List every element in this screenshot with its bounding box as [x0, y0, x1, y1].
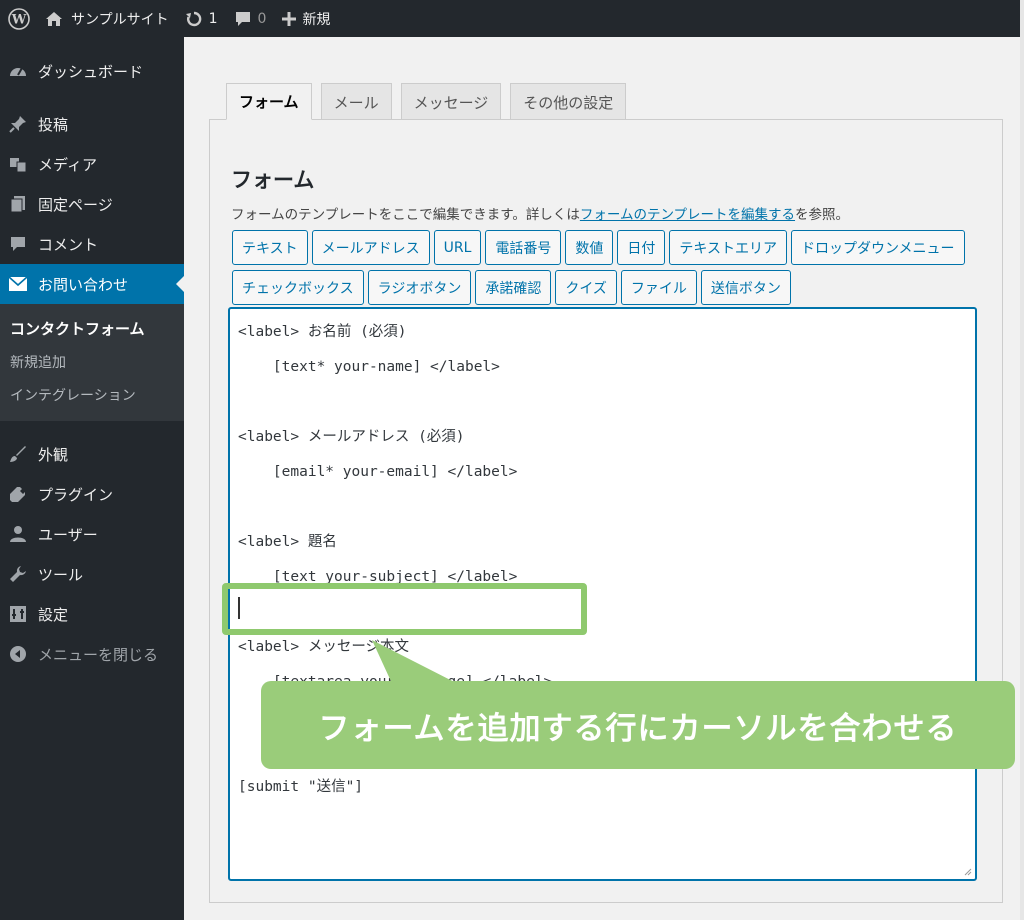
dashboard-icon [8, 61, 28, 81]
sidebar-item-contact[interactable]: お問い合わせ [0, 264, 184, 304]
comment-icon [8, 234, 28, 254]
wordpress-logo-icon[interactable]: W [0, 0, 37, 37]
text-cursor [238, 597, 240, 619]
cursor-line-highlight [222, 583, 587, 635]
tag-button-url[interactable]: URL [433, 230, 482, 265]
sidebar-item-label: ツール [38, 565, 84, 584]
tag-button-quiz[interactable]: クイズ [555, 270, 617, 305]
sidebar-item-label: 投稿 [38, 115, 69, 134]
wrench-icon [8, 564, 28, 584]
sidebar-item-label: 固定ページ [38, 195, 113, 214]
panel-title: フォーム [231, 168, 315, 192]
tab-mail[interactable]: メール [320, 83, 392, 120]
tab-additional-settings[interactable]: その他の設定 [510, 83, 627, 120]
svg-text:W: W [10, 12, 26, 27]
sidebar-item-settings[interactable]: 設定 [0, 594, 184, 634]
sidebar-item-label: メディア [38, 155, 97, 174]
tag-button-tel[interactable]: 電話番号 [485, 230, 562, 265]
site-name-link[interactable]: サンプルサイト [37, 0, 177, 37]
sidebar-item-label: お問い合わせ [38, 275, 129, 294]
sidebar-item-appearance[interactable]: 外観 [0, 434, 184, 474]
window-edge [1020, 0, 1024, 920]
tag-button-radio[interactable]: ラジオボタン [367, 270, 472, 305]
code-line: [submit "送信"] [238, 779, 364, 795]
sidebar-item-label: ユーザー [38, 525, 98, 544]
comments-count: 0 [257, 10, 267, 27]
code-line: <label> メッセージ本文 [238, 639, 410, 655]
sidebar-item-label: コメント [38, 235, 99, 254]
tag-generator-row: チェックボックス ラジオボタン 承諾確認 クイズ ファイル 送信ボタン [232, 270, 795, 305]
new-content-link[interactable]: 新規 [274, 0, 338, 37]
admin-sidebar: ダッシュボード 投稿 メディア 固定ページ コメント お問い合わせ コンタクトフ… [0, 37, 184, 920]
brush-icon [8, 444, 28, 464]
sidebar-item-pages[interactable]: 固定ページ [0, 184, 184, 224]
submenu-item-integration[interactable]: インテグレーション [0, 378, 184, 411]
edit-template-link[interactable]: フォームのテンプレートを編集する [580, 207, 795, 223]
plus-icon [282, 11, 297, 26]
tag-button-submit[interactable]: 送信ボタン [700, 270, 791, 305]
tab-form[interactable]: フォーム [226, 83, 312, 120]
code-line: <label> お名前 (必須) [238, 324, 407, 340]
media-icon [8, 154, 28, 174]
submenu-item-contact-forms[interactable]: コンタクトフォーム [0, 312, 184, 345]
tag-button-date[interactable]: 日付 [617, 230, 666, 265]
sidebar-item-tools[interactable]: ツール [0, 554, 184, 594]
tag-button-number[interactable]: 数値 [565, 230, 614, 265]
code-line: [email* your-email] </label> [238, 464, 518, 480]
tab-messages[interactable]: メッセージ [400, 83, 502, 120]
tag-button-select[interactable]: ドロップダウンメニュー [790, 230, 965, 265]
tag-button-checkbox[interactable]: チェックボックス [232, 270, 364, 305]
instruction-callout: フォームを追加する行にカーソルを合わせる [261, 681, 1015, 769]
panel-description: フォームのテンプレートをここで編集できます。詳しくはフォームのテンプレートを編集… [231, 203, 849, 223]
submenu-item-add-new[interactable]: 新規追加 [0, 345, 184, 378]
code-line: <label> メールアドレス (必須) [238, 429, 465, 445]
sidebar-item-label: メニューを閉じる [38, 645, 159, 664]
contact-submenu: コンタクトフォーム 新規追加 インテグレーション [0, 304, 184, 421]
pin-icon [8, 114, 28, 134]
sidebar-item-label: プラグイン [38, 485, 114, 504]
admin-bar: W サンプルサイト 1 0 新規 [0, 0, 1020, 37]
sidebar-item-plugins[interactable]: プラグイン [0, 474, 184, 514]
sidebar-item-label: ダッシュボード [38, 62, 144, 81]
tag-button-file[interactable]: ファイル [620, 270, 697, 305]
desc-text-end: を参照。 [795, 207, 850, 223]
sidebar-item-media[interactable]: メディア [0, 144, 184, 184]
user-icon [8, 524, 28, 544]
sidebar-collapse-menu[interactable]: メニューを閉じる [0, 634, 184, 674]
sidebar-item-users[interactable]: ユーザー [0, 514, 184, 554]
tag-button-email[interactable]: メールアドレス [311, 230, 430, 265]
updates-count: 1 [208, 10, 218, 27]
code-line: <label> 題名 [238, 534, 337, 550]
sidebar-item-dashboard[interactable]: ダッシュボード [0, 51, 184, 91]
tag-generator-row: テキスト メールアドレス URL 電話番号 数値 日付 テキストエリア ドロップ… [232, 230, 969, 265]
updates-link[interactable]: 1 [177, 0, 226, 37]
sidebar-item-label: 外観 [38, 445, 69, 464]
plugin-icon [8, 484, 28, 504]
comments-link[interactable]: 0 [226, 0, 275, 37]
sidebar-item-comments[interactable]: コメント [0, 224, 184, 264]
tag-button-text[interactable]: テキスト [232, 230, 308, 265]
update-icon [185, 10, 203, 28]
code-line: [text* your-name] </label> [238, 359, 500, 375]
sidebar-item-posts[interactable]: 投稿 [0, 104, 184, 144]
tag-button-textarea[interactable]: テキストエリア [669, 230, 787, 265]
collapse-icon [8, 644, 28, 664]
new-label: 新規 [302, 11, 331, 28]
tag-button-acceptance[interactable]: 承諾確認 [475, 270, 552, 305]
sidebar-item-label: 設定 [38, 605, 69, 624]
home-icon [45, 11, 63, 27]
settings-icon [8, 604, 28, 624]
desc-text: フォームのテンプレートをここで編集できます。詳しくは [231, 207, 580, 223]
mail-icon [8, 274, 28, 294]
page-icon [8, 194, 28, 214]
editor-tabs: フォーム メール メッセージ その他の設定 [226, 83, 635, 120]
resize-grip-icon[interactable] [962, 866, 972, 876]
site-name-label: サンプルサイト [71, 11, 169, 28]
comment-icon [234, 11, 252, 27]
